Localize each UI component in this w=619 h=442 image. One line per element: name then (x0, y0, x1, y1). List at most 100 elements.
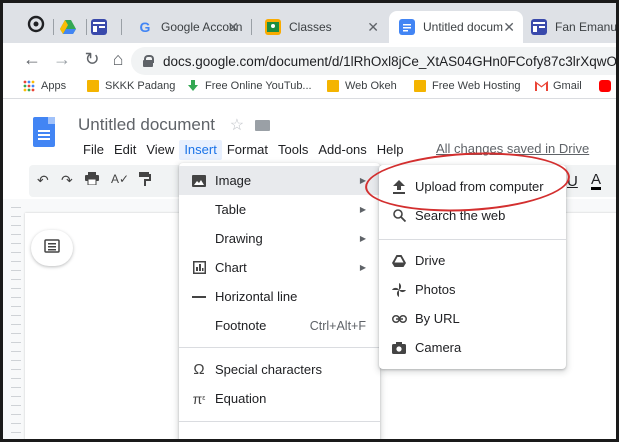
insert-menu-item-image[interactable]: Image ▶ (179, 166, 380, 195)
chart-icon (191, 260, 207, 276)
bookmark-apps[interactable]: Apps (23, 80, 66, 92)
menu-item-label: Equation (215, 391, 267, 406)
print-icon[interactable] (85, 172, 99, 188)
insert-menu: Image ▶ Table ▶ Drawing ▶ Chart ▶ Horizo… (179, 163, 380, 439)
menu-edit[interactable]: Edit (109, 140, 141, 160)
tab-label: Untitled docum (423, 20, 504, 34)
menu-add-ons[interactable]: Add-ons (313, 140, 371, 160)
docs-header: Untitled document ☆ File Edit View Inser… (3, 99, 616, 163)
bookmark-skkk-padang[interactable]: SKKK Padang (87, 80, 175, 92)
tab-search-icon[interactable] (25, 15, 47, 36)
forward-arrow-icon[interactable]: → (51, 49, 73, 70)
menu-file[interactable]: File (78, 140, 109, 160)
docs-menubar: File Edit View Insert Format Tools Add-o… (78, 140, 409, 160)
drive-icon (391, 253, 407, 269)
bookmark-gmail[interactable]: Gmail (535, 80, 582, 92)
menu-format[interactable]: Format (222, 140, 273, 160)
image-submenu-item-photos[interactable]: Photos (379, 275, 566, 304)
classroom-icon (265, 19, 281, 35)
insert-menu-item-horizontal-line[interactable]: Horizontal line (179, 282, 380, 311)
docs-icon (399, 19, 415, 35)
bookmark-web-okeh[interactable]: Web Okeh (327, 80, 397, 92)
address-bar[interactable]: docs.google.com/document/d/1lRhOxl8jCe_X… (131, 47, 619, 75)
download-icon (187, 80, 199, 92)
menu-item-label: By URL (415, 311, 460, 326)
back-arrow-icon[interactable]: ← (21, 49, 43, 70)
menu-item-label: Upload from computer (415, 179, 544, 194)
image-icon (191, 173, 207, 189)
menu-item-label: Drive (415, 253, 446, 268)
photos-icon (391, 282, 407, 298)
save-status[interactable]: All changes saved in Drive (436, 141, 589, 156)
menu-help[interactable]: Help (372, 140, 409, 160)
search-icon (391, 208, 407, 224)
close-icon[interactable]: ✕ (227, 19, 239, 36)
bookmark-youtube[interactable] (599, 80, 616, 92)
document-title[interactable]: Untitled document ☆ (78, 115, 270, 135)
tab-fan-emanuel[interactable]: Fan Emanuel (525, 11, 618, 43)
spellcheck-icon[interactable]: A✓ (111, 172, 129, 186)
move-folder-icon[interactable] (254, 120, 270, 132)
pi-icon: πε (192, 390, 206, 407)
redo-icon[interactable]: ↷ (61, 172, 73, 189)
menu-item-label: Horizontal line (215, 289, 298, 304)
image-submenu-item-camera[interactable]: Camera (379, 333, 566, 362)
forms-icon (91, 19, 107, 35)
menu-divider (179, 421, 380, 422)
image-submenu-item-by-url[interactable]: By URL (379, 304, 566, 333)
menu-item-label: Footnote (215, 318, 267, 333)
bookmark-free-web-hosting[interactable]: Free Web Hosting (414, 80, 520, 92)
insert-menu-item-equation[interactable]: πε Equation (179, 384, 380, 413)
document-outline-button[interactable] (31, 230, 73, 266)
omega-icon: Ω (193, 361, 205, 378)
image-submenu-item-drive[interactable]: Drive (379, 246, 566, 275)
browser-toolbar: ← → ↻ ⌂ docs.google.com/document/d/1lRhO… (3, 43, 619, 77)
url-text: docs.google.com/document/d/1lRhOxl8jCe_X… (163, 53, 619, 69)
insert-menu-item-special-characters[interactable]: Ω Special characters (179, 355, 380, 384)
insert-menu-item-footnote[interactable]: Footnote Ctrl+Alt+F (179, 311, 380, 340)
bookmark-label: Free Web Hosting (432, 80, 521, 92)
gmail-icon (535, 80, 548, 92)
reload-icon[interactable]: ↻ (81, 49, 103, 70)
folder-icon (327, 80, 339, 92)
menu-item-label: Photos (415, 282, 456, 297)
home-icon[interactable]: ⌂ (107, 49, 129, 70)
tab-label: Fan Emanuel (555, 20, 618, 34)
insert-menu-item-table[interactable]: Table ▶ (179, 195, 380, 224)
google-icon: G (139, 19, 151, 35)
underline-icon[interactable]: U (567, 173, 578, 190)
image-submenu-item-upload[interactable]: Upload from computer (379, 172, 566, 201)
menu-view[interactable]: View (141, 140, 179, 160)
bookmark-label: SKKK Padang (105, 80, 176, 92)
menu-tools[interactable]: Tools (273, 140, 313, 160)
bookmark-label: Free Online YouTub... (205, 80, 312, 92)
bookmark-label: Apps (41, 80, 67, 92)
submenu-arrow-icon: ▶ (359, 205, 366, 214)
menu-item-label: Image (215, 173, 252, 188)
close-icon[interactable]: ✕ (503, 19, 515, 36)
vertical-ruler (11, 207, 21, 439)
paint-format-icon[interactable] (139, 172, 151, 189)
tab-classes[interactable]: Classes ✕ (257, 11, 387, 43)
undo-icon[interactable]: ↶ (37, 172, 49, 189)
text-color-icon[interactable]: A (591, 172, 602, 190)
menu-divider (379, 239, 566, 240)
tab-untitled-document[interactable]: Untitled docum ✕ (389, 11, 523, 43)
upload-icon (391, 179, 407, 195)
insert-menu-item-chart[interactable]: Chart ▶ (179, 253, 380, 282)
close-icon[interactable]: ✕ (367, 19, 379, 36)
insert-menu-item-drawing[interactable]: Drawing ▶ (179, 224, 380, 253)
star-icon[interactable]: ☆ (230, 117, 244, 134)
folder-icon (414, 80, 426, 92)
tab-drive-pinned[interactable] (60, 11, 82, 43)
link-icon (391, 311, 407, 327)
menu-insert[interactable]: Insert (179, 140, 222, 160)
tab-forms-pinned[interactable] (91, 11, 115, 43)
image-submenu: Upload from computer Search the web Driv… (379, 165, 566, 369)
bookmark-label: Gmail (553, 80, 582, 92)
docs-logo-icon[interactable] (33, 117, 55, 147)
bookmark-free-online-youtube[interactable]: Free Online YouTub... (187, 80, 312, 92)
image-submenu-item-search-web[interactable]: Search the web (379, 201, 566, 230)
bookmark-label: Web Okeh (345, 80, 397, 92)
tab-google-account[interactable]: G Google Accoun ✕ (129, 11, 247, 43)
